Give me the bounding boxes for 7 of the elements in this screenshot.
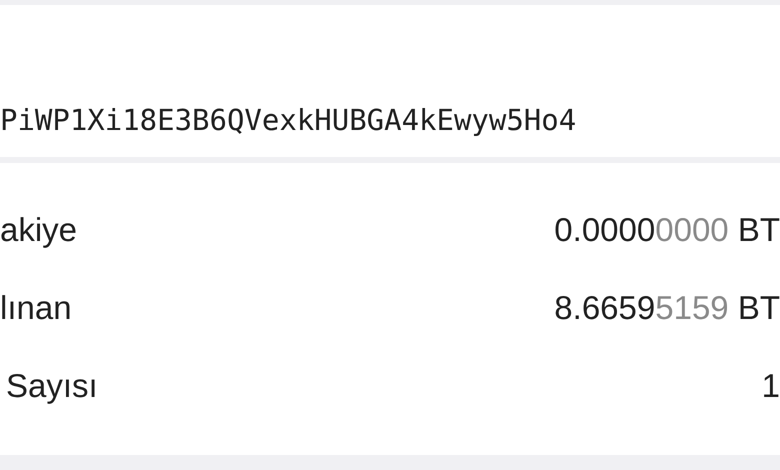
- row-label: lınan: [0, 289, 72, 327]
- row-value: 1: [762, 367, 780, 405]
- row-value: 0.00000000 BT: [554, 211, 780, 249]
- row-label: akiye: [0, 211, 78, 249]
- row-value: 8.66595159 BT: [554, 289, 780, 327]
- row-label: Sayısı: [5, 367, 98, 405]
- address-text: PiWP1Xi18E3B6QVexkHUBGA4kEwyw5Ho4: [0, 103, 576, 137]
